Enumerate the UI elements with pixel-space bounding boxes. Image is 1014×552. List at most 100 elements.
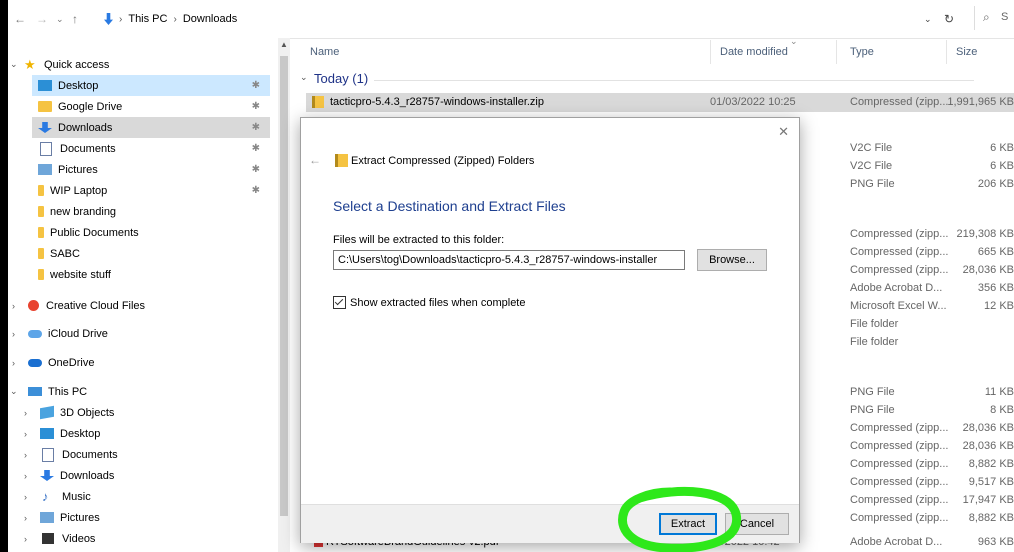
show-extracted-files-checkbox[interactable]: Show extracted files when complete: [333, 296, 525, 309]
column-header-name[interactable]: Name: [310, 38, 339, 66]
folder-icon: [38, 227, 44, 238]
column-header-type[interactable]: Type: [850, 38, 874, 66]
chevron-right-icon[interactable]: ›: [24, 534, 27, 544]
sidebar-creative-cloud[interactable]: › Creative Cloud Files: [12, 295, 278, 316]
sidebar-scrollbar-thumb[interactable]: [280, 56, 288, 516]
checkbox-check-icon[interactable]: [333, 296, 346, 309]
chevron-right-icon[interactable]: ›: [24, 408, 27, 418]
back-arrow-icon[interactable]: ←: [309, 153, 321, 167]
extract-dialog: ✕ ← Extract Compressed (Zipped) Folders …: [300, 117, 800, 543]
sidebar-item-documents[interactable]: Documents ✱: [32, 138, 270, 159]
breadcrumb-separator-icon: ›: [119, 13, 123, 25]
documents-icon: [42, 447, 54, 462]
group-header-today[interactable]: Today (1): [314, 71, 368, 86]
group-collapse-chevron-icon[interactable]: ⌄: [300, 72, 308, 83]
close-icon[interactable]: ✕: [778, 124, 789, 140]
chevron-right-icon[interactable]: ›: [12, 329, 15, 339]
breadcrumb-this-pc[interactable]: This PC: [128, 13, 167, 25]
recent-locations-chevron-icon[interactable]: ⌄: [56, 14, 64, 25]
chevron-expanded-icon[interactable]: ⌄: [10, 386, 18, 397]
sidebar-item-pictures[interactable]: Pictures ✱: [32, 159, 270, 180]
breadcrumb-downloads[interactable]: Downloads: [183, 13, 237, 25]
file-type: Adobe Acrobat D...: [850, 536, 943, 548]
pin-icon[interactable]: ✱: [252, 185, 260, 196]
column-divider[interactable]: [710, 40, 711, 64]
file-type: PNG File: [850, 404, 895, 416]
back-arrow-icon[interactable]: ←: [14, 12, 26, 26]
sidebar-item-pc-documents[interactable]: › Documents: [16, 444, 278, 465]
sidebar-item-pc-downloads[interactable]: › Downloads: [16, 465, 278, 486]
address-bar[interactable]: › This PC › Downloads: [104, 8, 954, 30]
browse-button[interactable]: Browse...: [697, 249, 767, 271]
destination-input[interactable]: [333, 250, 685, 270]
sidebar-item-new-branding[interactable]: new branding: [32, 201, 270, 222]
sidebar-quick-access[interactable]: ⌄ ★ Quick access: [10, 54, 278, 75]
sidebar-onedrive[interactable]: › OneDrive: [12, 352, 278, 373]
sidebar-item-sabc[interactable]: SABC: [32, 243, 270, 264]
chevron-right-icon[interactable]: ›: [24, 471, 27, 481]
chevron-right-icon[interactable]: ›: [24, 429, 27, 439]
sidebar-label: Quick access: [44, 58, 110, 71]
chevron-expanded-icon[interactable]: ⌄: [10, 59, 18, 70]
sidebar-item-wip-laptop[interactable]: WIP Laptop ✱: [32, 180, 270, 201]
creative-cloud-icon: [28, 300, 39, 311]
column-divider[interactable]: [836, 40, 837, 64]
sidebar-item-public-documents[interactable]: Public Documents: [32, 222, 270, 243]
refresh-icon[interactable]: ↻: [944, 12, 954, 26]
forward-arrow-icon[interactable]: →: [36, 12, 48, 26]
star-icon: ★: [24, 56, 36, 72]
folder-icon: [38, 101, 52, 112]
column-header-size[interactable]: Size: [956, 38, 977, 66]
chevron-right-icon[interactable]: ›: [24, 450, 27, 460]
sidebar-item-videos[interactable]: › Videos: [16, 528, 278, 549]
sidebar-label: Google Drive: [58, 100, 123, 113]
chevron-down-icon[interactable]: ⌄: [924, 14, 932, 25]
sidebar-label: WIP Laptop: [50, 184, 108, 197]
sidebar-label: Music: [62, 490, 91, 503]
computer-icon: [28, 387, 42, 396]
group-divider: [374, 80, 974, 81]
file-date: 01/03/2022 10:25: [710, 96, 796, 108]
sidebar-item-website-stuff[interactable]: website stuff: [32, 264, 270, 285]
pin-icon[interactable]: ✱: [252, 80, 260, 91]
chevron-right-icon[interactable]: ›: [24, 492, 27, 502]
table-row-selected[interactable]: tacticpro-5.4.3_r28757-windows-installer…: [306, 93, 1014, 112]
chevron-right-icon[interactable]: ›: [12, 358, 15, 368]
sidebar-icloud[interactable]: › iCloud Drive: [12, 323, 278, 344]
pin-icon[interactable]: ✱: [252, 122, 260, 133]
chevron-right-icon[interactable]: ›: [12, 301, 15, 311]
sidebar-label: Desktop: [60, 427, 101, 440]
sidebar-item-google-drive[interactable]: Google Drive ✱: [32, 96, 270, 117]
sidebar-item-downloads[interactable]: Downloads ✱: [32, 117, 270, 138]
downloads-icon: [38, 122, 52, 133]
3d-objects-icon: [40, 405, 54, 420]
annotation-stroke: [618, 486, 742, 552]
desktop-icon: [40, 428, 54, 439]
sidebar-item-music[interactable]: › ♪ Music: [16, 486, 278, 507]
sidebar-item-3d-objects[interactable]: › 3D Objects: [16, 402, 278, 423]
downloads-icon: [40, 470, 54, 481]
dialog-heading: Select a Destination and Extract Files: [333, 198, 566, 214]
icloud-icon: [28, 329, 42, 338]
file-size: 8,882 KB: [968, 512, 1014, 524]
sidebar-item-desktop[interactable]: Desktop ✱: [32, 75, 270, 96]
sidebar-item-pc-desktop[interactable]: › Desktop: [16, 423, 278, 444]
pin-icon[interactable]: ✱: [252, 143, 260, 154]
column-divider[interactable]: [946, 40, 947, 64]
file-size: 28,036 KB: [962, 440, 1014, 452]
pin-icon[interactable]: ✱: [252, 164, 260, 175]
sidebar-label: Desktop: [58, 79, 99, 92]
folder-icon: [38, 185, 44, 196]
search-box[interactable]: ⌕ S: [974, 6, 1014, 30]
up-arrow-icon[interactable]: ↑: [72, 12, 78, 26]
sidebar-item-pc-pictures[interactable]: › Pictures: [16, 507, 278, 528]
pin-icon[interactable]: ✱: [252, 101, 260, 112]
file-type: File folder: [850, 336, 899, 348]
sidebar-label: 3D Objects: [60, 406, 115, 419]
chevron-right-icon[interactable]: ›: [24, 513, 27, 523]
scroll-up-icon[interactable]: ▲: [280, 40, 288, 49]
pictures-icon: [38, 164, 52, 175]
checkbox-label: Show extracted files when complete: [350, 296, 526, 309]
sidebar-this-pc[interactable]: ⌄ This PC: [10, 381, 278, 402]
column-header-date-modified[interactable]: Date modified: [720, 38, 788, 66]
